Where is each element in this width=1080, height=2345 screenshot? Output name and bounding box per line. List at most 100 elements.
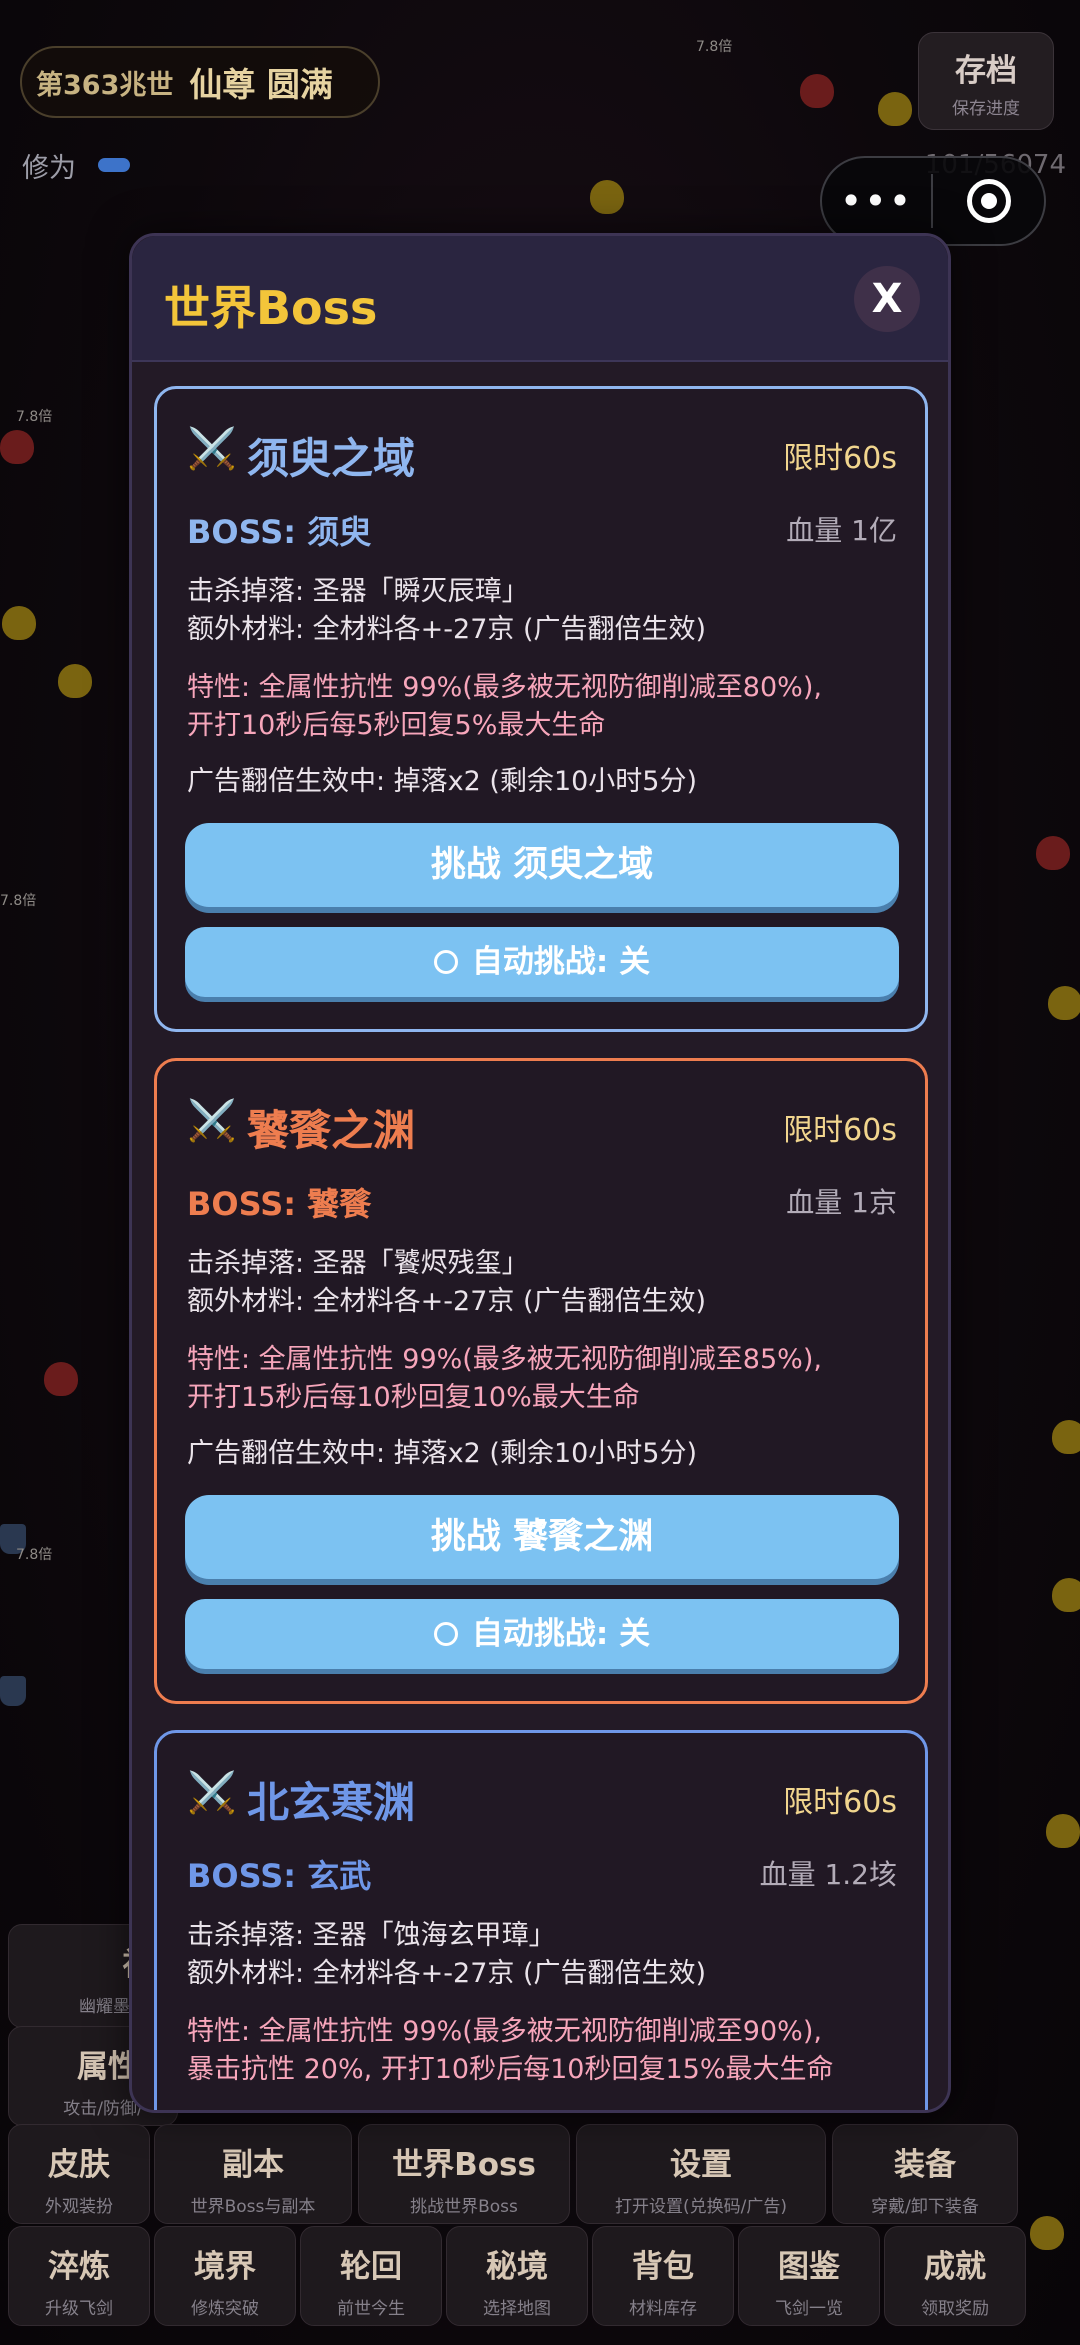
challenge-button[interactable]: 挑战 须臾之域: [185, 823, 899, 907]
boss-name: BOSS: 玄武: [187, 1857, 372, 1895]
radio-icon: [433, 950, 458, 974]
menu-button-skin[interactable]: 皮肤 外观装扮: [8, 2124, 150, 2224]
multiplier-tag: 7.8倍: [16, 1547, 53, 1563]
save-label: 存档: [955, 53, 1017, 89]
menu-button-backpack[interactable]: 背包 材料库存: [592, 2226, 734, 2326]
enemy-sprite: [44, 1362, 78, 1396]
boss-domain-name: 北玄寒渊: [247, 1778, 416, 1827]
menu-button-reincarnation[interactable]: 轮回 前世今生: [300, 2226, 442, 2326]
enemy-sprite: [590, 180, 624, 214]
enemy-sprite: [1052, 1420, 1080, 1454]
enemy-sprite: [800, 74, 834, 108]
extra-materials-text: 额外材料: 全材料各+-27京 (广告翻倍生效): [187, 1958, 707, 1989]
menu-button-world-boss[interactable]: 世界Boss 挑战世界Boss: [358, 2124, 570, 2224]
drop-text: 击杀掉落: 圣器「瞬灭辰璋」: [187, 576, 529, 607]
boss-card: ⚔️ 须臾之域 限时60s BOSS: 须臾 血量 1亿 击杀掉落: 圣器「瞬灭…: [154, 386, 928, 1032]
enemy-sprite: [58, 664, 92, 698]
menu-sublabel: 世界Boss与副本: [190, 2197, 316, 2217]
boss-hp: 血量 1亿: [786, 514, 897, 547]
multiplier-tag: 7.8倍: [16, 409, 53, 425]
enemy-sprite: [1048, 986, 1080, 1020]
boss-domain-name: 饕餮之渊: [247, 1106, 416, 1155]
menu-button-achievements[interactable]: 成就 领取奖励: [884, 2226, 1026, 2326]
enemy-sprite: [1052, 1578, 1080, 1612]
time-limit: 限时60s: [783, 1785, 897, 1820]
boss-domain-name: 须臾之域: [247, 434, 416, 483]
drop-text: 击杀掉落: 圣器「饕烬残玺」: [187, 1248, 529, 1279]
extra-materials-text: 额外材料: 全材料各+-27京 (广告翻倍生效): [187, 614, 707, 645]
enemy-sprite: [1036, 836, 1070, 870]
enemy-sprite: [878, 92, 912, 126]
trait-text: 特性: 全属性抗性 99%(最多被无视防御削减至80%),: [187, 672, 822, 703]
ad-bonus-text: 广告翻倍生效中: 掉落x2 (剩余10小时5分): [187, 1438, 698, 1469]
save-sublabel: 保存进度: [952, 99, 1020, 119]
trait-text-2: 暴击抗性 20%, 开打10秒后每10秒回复15%最大生命: [187, 2054, 834, 2085]
crossed-swords-icon: ⚔️: [187, 426, 237, 472]
menu-button-dungeon[interactable]: 副本 世界Boss与副本: [154, 2124, 352, 2224]
crossed-swords-icon: ⚔️: [187, 1770, 237, 1816]
menu-button-equipment[interactable]: 装备 穿戴/卸下装备: [832, 2124, 1018, 2224]
generation-label: 第363兆世: [36, 69, 174, 101]
cultivation-label: 修为: [22, 153, 76, 184]
realm-badge: 第363兆世 仙尊 圆满: [20, 46, 380, 118]
menu-button-codex[interactable]: 图鉴 飞剑一览: [738, 2226, 880, 2326]
extra-materials-text: 额外材料: 全材料各+-27京 (广告翻倍生效): [187, 1286, 707, 1317]
menu-label: 轮回: [340, 2249, 402, 2285]
menu-label: 背包: [632, 2249, 694, 2285]
boss-name: BOSS: 饕餮: [187, 1185, 372, 1223]
boss-card: ⚔️ 饕餮之渊 限时60s BOSS: 饕餮 血量 1京 击杀掉落: 圣器「饕烬…: [154, 1058, 928, 1704]
time-limit: 限时60s: [783, 441, 897, 476]
menu-label: 境界: [194, 2249, 256, 2285]
menu-label: 设置: [670, 2147, 732, 2183]
challenge-button[interactable]: 挑战 饕餮之渊: [185, 1495, 899, 1579]
auto-challenge-toggle[interactable]: 自动挑战: 关: [185, 1599, 899, 1669]
menu-label: 皮肤: [48, 2147, 110, 2183]
auto-challenge-toggle[interactable]: 自动挑战: 关: [185, 927, 899, 997]
menu-sublabel: 挑战世界Boss: [410, 2197, 518, 2217]
multiplier-tag: 7.8倍: [696, 39, 733, 55]
enemy-sprite: [0, 1676, 26, 1706]
menu-label: 秘境: [486, 2249, 548, 2285]
menu-sublabel: 飞剑一览: [775, 2299, 843, 2319]
menu-label: 成就: [924, 2249, 986, 2285]
drop-text: 击杀掉落: 圣器「蚀海玄甲璋」: [187, 1920, 556, 1951]
menu-button-secret-realm[interactable]: 秘境 选择地图: [446, 2226, 588, 2326]
trait-text-2: 开打10秒后每5秒回复5%最大生命: [187, 710, 606, 741]
menu-sublabel: 打开设置(兑换码/广告): [615, 2197, 787, 2217]
menu-sublabel: 穿戴/卸下装备: [871, 2197, 979, 2217]
menu-sublabel: 升级飞剑: [45, 2299, 113, 2319]
world-boss-modal: 世界Boss X ⚔️ 须臾之域 限时60s BOSS: 须臾 血量 1亿 击杀…: [129, 233, 951, 2113]
multiplier-tag: 7.8倍: [0, 893, 37, 909]
menu-button-realm[interactable]: 境界 修炼突破: [154, 2226, 296, 2326]
trait-text: 特性: 全属性抗性 99%(最多被无视防御削减至85%),: [187, 1344, 822, 1375]
modal-header: 世界Boss X: [132, 236, 948, 362]
trait-text-2: 开打15秒后每10秒回复10%最大生命: [187, 1382, 640, 1413]
cultivation-progress-bar: [98, 158, 130, 172]
menu-label: 淬炼: [48, 2249, 110, 2285]
menu-label: 装备: [894, 2147, 956, 2183]
menu-sublabel: 修炼突破: [191, 2299, 259, 2319]
menu-sublabel: 外观装扮: [45, 2197, 113, 2217]
save-button[interactable]: 存档 保存进度: [918, 32, 1054, 130]
menu-label: 副本: [222, 2147, 284, 2183]
menu-sublabel: 选择地图: [483, 2299, 551, 2319]
menu-sublabel: 材料库存: [629, 2299, 697, 2319]
menu-button-temper[interactable]: 淬炼 升级飞剑: [8, 2226, 150, 2326]
enemy-sprite: [2, 606, 36, 640]
auto-challenge-label: 自动挑战: 关: [471, 1616, 651, 1652]
close-miniprogram-icon[interactable]: [933, 179, 1044, 223]
crossed-swords-icon: ⚔️: [187, 1098, 237, 1144]
close-button[interactable]: X: [854, 266, 920, 332]
time-limit: 限时60s: [783, 1113, 897, 1148]
enemy-sprite: [1030, 2216, 1064, 2250]
menu-button-settings[interactable]: 设置 打开设置(兑换码/广告): [576, 2124, 826, 2224]
boss-hp: 血量 1京: [786, 1186, 897, 1219]
enemy-sprite: [1046, 1814, 1080, 1848]
modal-title: 世界Boss: [164, 281, 378, 335]
radio-icon: [433, 1622, 458, 1646]
more-icon[interactable]: •••: [822, 179, 931, 223]
stage-label: 仙尊 圆满: [189, 65, 333, 104]
trait-text: 特性: 全属性抗性 99%(最多被无视防御削减至90%),: [187, 2016, 822, 2047]
boss-card: ⚔️ 北玄寒渊 限时60s BOSS: 玄武 血量 1.2垓 击杀掉落: 圣器「…: [154, 1730, 928, 2110]
boss-hp: 血量 1.2垓: [759, 1858, 897, 1891]
